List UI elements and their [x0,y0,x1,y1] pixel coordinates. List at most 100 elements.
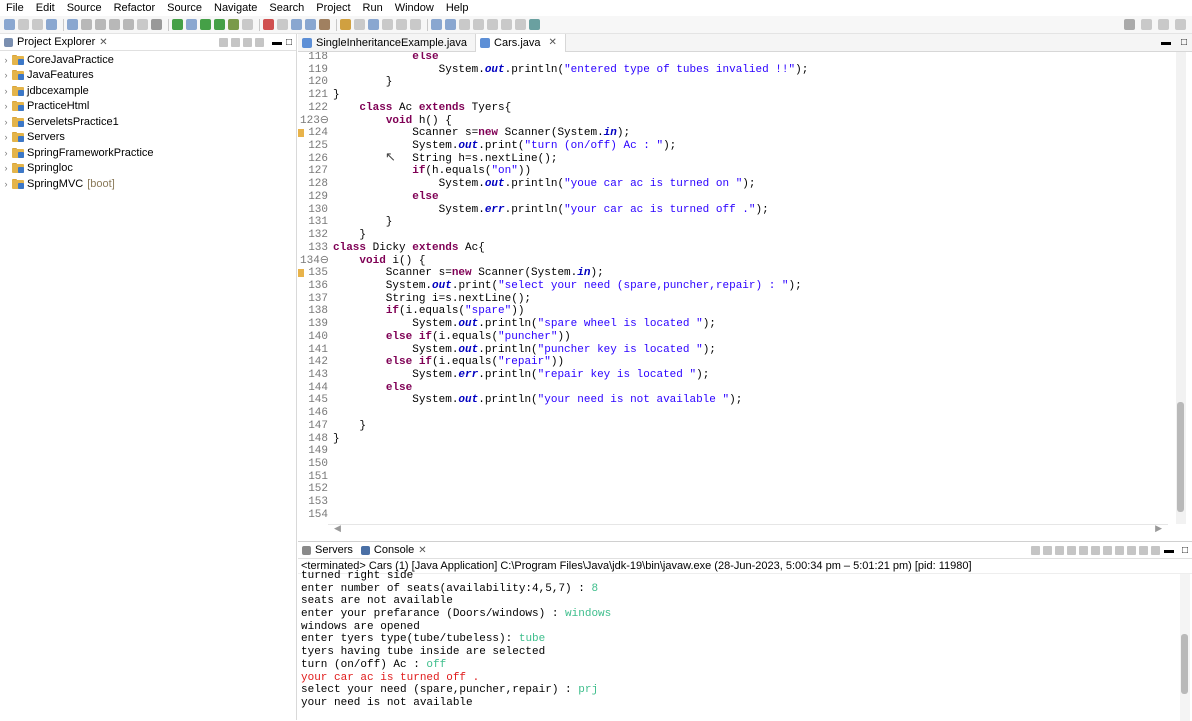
coverage-icon[interactable] [186,19,197,30]
remove-all-icon[interactable] [1066,545,1076,555]
tree-item-project[interactable]: › ServeletsPractice1 [0,114,296,130]
debug-perspective-icon[interactable] [1175,19,1186,30]
open-type-icon[interactable] [291,19,302,30]
tree-item-project[interactable]: › PracticeHtml [0,99,296,115]
tree-item-project[interactable]: › Servers [0,130,296,146]
forward-icon[interactable] [396,19,407,30]
menu-item[interactable]: Help [440,0,475,16]
expand-arrow-icon[interactable]: › [0,117,12,127]
code-editor[interactable]: 118 else 119 System.out.println("entered … [298,52,1180,522]
previous-annotation-icon[interactable] [354,19,365,30]
console-vertical-scrollbar[interactable] [1180,574,1190,721]
console-scroll-thumb[interactable] [1181,634,1188,694]
scroll-right-arrow-icon[interactable]: ▶ [1155,523,1162,534]
menu-item[interactable]: Source [61,0,108,16]
tree-item-project[interactable]: › SpringFrameworkPractice [0,145,296,161]
open-perspective-icon[interactable] [1141,19,1152,30]
show-stdout-icon[interactable] [1114,545,1124,555]
open-perspective-icon[interactable] [445,19,456,30]
clear-console-icon[interactable] [1078,545,1088,555]
expand-arrow-icon[interactable]: › [0,148,12,158]
editor-tab[interactable]: Cars.java ✕ [475,33,566,52]
task-icon[interactable] [319,19,330,30]
expand-arrow-icon[interactable]: › [0,179,12,189]
filter-icon[interactable] [242,37,252,47]
stop-icon[interactable] [109,19,120,30]
external-tools-icon[interactable] [228,19,239,30]
save-icon[interactable] [18,19,29,30]
minimize-icon[interactable]: ▬ [1161,37,1171,48]
expand-arrow-icon[interactable]: › [0,86,12,96]
refresh-icon[interactable] [501,19,512,30]
expand-arrow-icon[interactable]: › [0,55,12,65]
step-icon[interactable] [137,19,148,30]
show-stderr-icon[interactable] [1126,545,1136,555]
link-with-editor-icon[interactable] [230,37,240,47]
back-icon[interactable] [382,19,393,30]
run-menu-icon[interactable] [214,19,225,30]
last-edit-icon[interactable] [410,19,421,30]
new-icon[interactable] [4,19,15,30]
menu-item[interactable]: Project [310,0,356,16]
view-menu-icon[interactable] [254,37,264,47]
scroll-left-arrow-icon[interactable]: ◀ [334,523,341,534]
menu-item[interactable]: Edit [30,0,61,16]
step-over-icon[interactable] [151,19,162,30]
expand-arrow-icon[interactable]: › [0,163,12,173]
run-icon[interactable] [200,19,211,30]
display-console-icon[interactable] [1150,545,1160,555]
format-icon[interactable] [515,19,526,30]
close-icon[interactable]: ✕ [549,37,557,48]
disconnect-icon[interactable] [123,19,134,30]
share-icon[interactable] [529,19,540,30]
next-annotation-icon[interactable] [368,19,379,30]
menu-item[interactable]: Run [357,0,389,16]
close-icon[interactable]: ✕ [99,37,107,48]
collapse-all-icon[interactable] [218,37,228,47]
quick-access-search-icon[interactable] [1124,19,1135,30]
editor-tab[interactable]: SingleInheritanceExample.java [298,34,475,52]
editor-scroll-thumb[interactable] [1177,402,1184,512]
scroll-lock-icon[interactable] [1090,545,1100,555]
terminal-icon[interactable] [67,19,78,30]
terminate-icon[interactable] [1042,545,1052,555]
open-console-icon[interactable] [1138,545,1148,555]
print-icon[interactable] [46,19,57,30]
word-wrap-icon[interactable] [1102,545,1112,555]
maximize-icon[interactable]: □ [1182,545,1188,556]
new-class-icon[interactable] [277,19,288,30]
expand-arrow-icon[interactable]: › [0,70,12,80]
maximize-icon[interactable]: □ [1181,37,1187,48]
tree-item-project[interactable]: › JavaFeatures [0,68,296,84]
menu-item[interactable]: Refactor [108,0,162,16]
tree-item-project[interactable]: › Springloc [0,161,296,177]
menu-item[interactable]: Source [161,0,208,16]
annotation-icon[interactable] [340,19,351,30]
close-icon[interactable]: ✕ [418,545,426,556]
skip-icon[interactable] [81,19,92,30]
minimize-icon[interactable]: ▬ [272,37,282,48]
tab-servers[interactable]: Servers [298,542,357,559]
suspend-icon[interactable] [95,19,106,30]
pin-console-icon[interactable] [1030,545,1040,555]
menu-item[interactable]: Window [389,0,440,16]
save-all-icon[interactable] [32,19,43,30]
tab-project-explorer[interactable]: Project Explorer ✕ [0,34,112,51]
tree-item-project[interactable]: › SpringMVC [boot] [0,176,296,192]
console-output[interactable]: turned right side enter number of seats(a… [301,570,1171,717]
tree-item-project[interactable]: › CoreJavaPractice [0,52,296,68]
debug-icon[interactable] [172,19,183,30]
remove-launch-icon[interactable] [1054,545,1064,555]
tree-item-project[interactable]: › jdbcexample [0,83,296,99]
search-icon[interactable] [305,19,316,30]
new-java-icon[interactable] [263,19,274,30]
new-server-icon[interactable] [242,19,253,30]
menu-item[interactable]: Navigate [208,0,263,16]
maximize-icon[interactable]: □ [286,37,292,48]
expand-arrow-icon[interactable]: › [0,101,12,111]
tab-console[interactable]: Console ✕ [357,542,431,559]
editor-vertical-scrollbar[interactable] [1176,52,1186,524]
java-perspective-icon[interactable] [1158,19,1169,30]
editor-horizontal-scrollbar[interactable]: ◀ ▶ [328,523,1168,534]
expand-arrow-icon[interactable]: › [0,132,12,142]
